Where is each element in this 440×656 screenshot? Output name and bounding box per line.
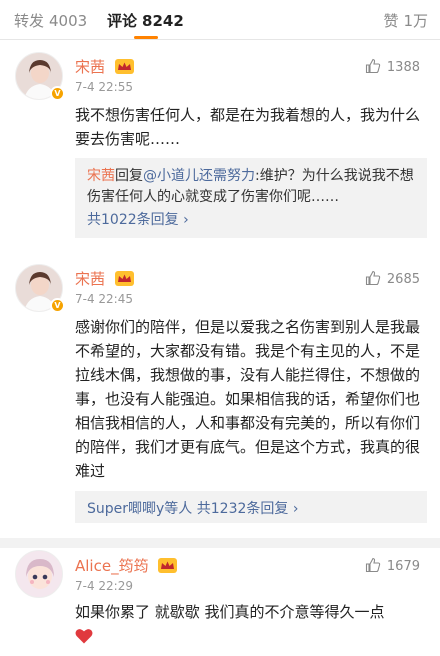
comment-username-text: Alice_筠筠 [75, 557, 149, 575]
like-count: 2685 [386, 272, 420, 287]
view-replies-link[interactable]: 共1022条回复 › [87, 210, 415, 231]
tab-like-count: 1万 [403, 12, 428, 30]
comment-timestamp: 7-4 22:55 [75, 80, 133, 94]
like-count: 1679 [386, 559, 420, 574]
comment-username[interactable]: Alice_筠筠 [75, 555, 178, 576]
tab-comment-label: 评论 [107, 12, 138, 30]
thumbs-up-icon [365, 270, 381, 286]
like-button[interactable]: 2685 [365, 270, 420, 287]
vip-crown-icon [114, 59, 134, 74]
reply-mention-link[interactable]: @小道儿还需努力 [143, 168, 255, 184]
tab-repost-label: 转发 [14, 12, 45, 30]
tab-like-label: 赞 [383, 12, 399, 30]
view-replies-link[interactable]: Super唧唧y等人 共1232条回复 › [87, 501, 298, 517]
comment-username-text: 宋茜 [75, 58, 106, 76]
section-divider [0, 538, 440, 548]
comment-text: 如果你累了 就歇歇 我们真的不介意等得久一点 [75, 603, 385, 621]
comment-timestamp: 7-4 22:29 [75, 579, 133, 593]
tab-repost-count: 4003 [49, 12, 88, 30]
comment-username[interactable]: 宋茜 [75, 268, 134, 289]
reply-word: 回复 [115, 168, 143, 184]
red-heart-emoji [75, 629, 93, 644]
reply-author[interactable]: 宋茜 [87, 168, 115, 184]
comment-username[interactable]: 宋茜 [75, 56, 134, 77]
tab-comment[interactable]: 评论 8242 [107, 10, 184, 31]
verified-v-icon: V [50, 86, 65, 101]
like-count: 1388 [386, 60, 420, 75]
reply-preview-box[interactable]: 宋茜回复@小道儿还需努力:维护？为什么我说我不想伤害任何人的心就变成了伤害你们呢… [75, 158, 427, 238]
like-button[interactable]: 1388 [365, 58, 420, 75]
tab-like[interactable]: 赞 1万 [383, 10, 428, 31]
vip-crown-icon [114, 271, 134, 286]
comment-tab-bar: 转发 4003 评论 8242 赞 1万 [0, 0, 440, 40]
tab-comment-count: 8242 [142, 12, 184, 30]
thumbs-up-icon [365, 58, 381, 74]
verified-v-icon: V [50, 298, 65, 313]
comment-username-text: 宋茜 [75, 270, 106, 288]
comment-text: 我不想伤害任何人，都是在为我着想的人，我为什么要去伤害呢…… [75, 106, 421, 148]
tab-repost[interactable]: 转发 4003 [14, 10, 87, 31]
comment-text: 感谢你们的陪伴，但是以爱我之名伤害到别人是我最不希望的，大家都没有错。我是个有主… [75, 318, 421, 480]
thumbs-up-icon [365, 557, 381, 573]
avatar-cartoon-icon [16, 551, 62, 597]
like-button[interactable]: 1679 [365, 557, 420, 574]
comment-timestamp: 7-4 22:45 [75, 292, 133, 306]
avatar[interactable] [15, 550, 63, 598]
vip-crown-icon [158, 558, 178, 573]
active-tab-indicator [134, 36, 158, 39]
reply-preview-box[interactable]: Super唧唧y等人 共1232条回复 › [75, 491, 427, 523]
